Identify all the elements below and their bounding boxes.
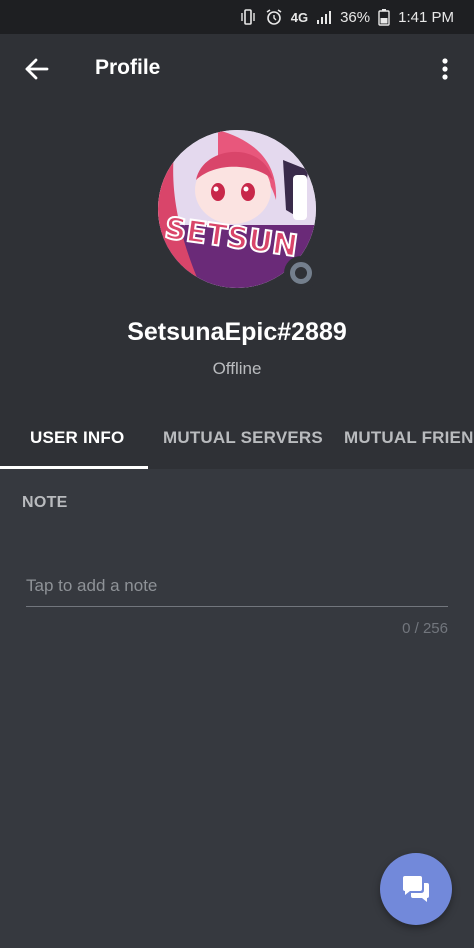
more-vertical-icon (442, 58, 448, 80)
note-char-count: 0 / 256 (402, 620, 448, 637)
user-status: Offline (212, 359, 262, 378)
vibrate-icon (239, 8, 257, 26)
back-button[interactable] (22, 54, 52, 84)
alarm-icon (265, 8, 283, 26)
arrow-left-icon (25, 58, 49, 80)
status-indicator (284, 256, 318, 290)
note-input[interactable] (26, 565, 448, 607)
profile-tabs: USER INFO MUTUAL SERVERS MUTUAL FRIENDS (0, 406, 474, 469)
lte-icon: 4G (290, 9, 309, 25)
signal-icon (316, 9, 332, 25)
username: SetsunaEpic#2889 (127, 318, 347, 346)
app-bar: Profile (0, 34, 474, 104)
tab-user-info[interactable]: USER INFO (30, 406, 124, 469)
chat-bubbles-icon (403, 876, 429, 902)
avatar-container[interactable]: SETSUN (158, 130, 318, 290)
tab-mutual-friends[interactable]: MUTUAL FRIENDS (344, 406, 474, 469)
offline-status-icon (290, 262, 312, 284)
note-label: NOTE (22, 494, 68, 511)
clock: 1:41 PM (398, 8, 454, 26)
profile-header: Profile SETSUN SetsunaEpic#2889 Offline (0, 34, 474, 406)
battery-icon (378, 8, 390, 26)
message-button[interactable] (380, 853, 452, 925)
tab-mutual-servers[interactable]: MUTUAL SERVERS (163, 406, 323, 469)
more-options-button[interactable] (434, 54, 456, 84)
page-title: Profile (95, 56, 161, 79)
battery-percent: 36% (340, 8, 371, 26)
status-bar: 4G 36% 1:41 PM (0, 0, 474, 34)
